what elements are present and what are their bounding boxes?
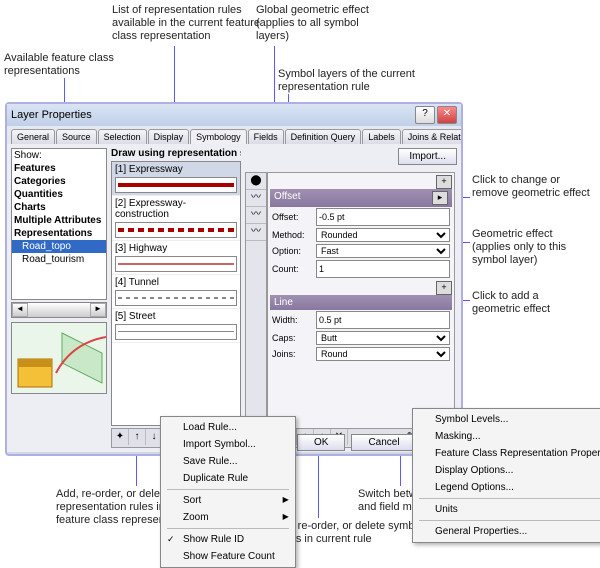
- add-top-icon[interactable]: +: [436, 175, 452, 189]
- add-effect-icon[interactable]: +: [436, 281, 452, 295]
- global-effect-icon[interactable]: ⬤: [246, 173, 266, 190]
- scroll-right-icon[interactable]: ►: [90, 303, 106, 317]
- layer-preview: [11, 322, 107, 394]
- offset-expand-icon[interactable]: ▸: [432, 191, 448, 205]
- layer-properties-dialog: Layer Properties ? ✕ General Source Sele…: [5, 102, 463, 456]
- caps-select[interactable]: Butt: [316, 331, 450, 345]
- help-button[interactable]: ?: [415, 106, 435, 124]
- scroll-h[interactable]: ◄ ►: [11, 302, 107, 318]
- menu-save-rule[interactable]: Save Rule...: [163, 453, 293, 470]
- option-select[interactable]: Fast: [316, 244, 450, 258]
- menu-import-symbol[interactable]: Import Symbol...: [163, 436, 293, 453]
- tab-strip: General Source Selection Display Symbolo…: [7, 126, 461, 144]
- annot-add-effect: Click to add a geometric effect: [472, 290, 582, 316]
- rule-highway[interactable]: [3] Highway: [112, 241, 240, 275]
- tab-labels[interactable]: Labels: [362, 129, 401, 144]
- offset-header[interactable]: Offset ▸: [270, 189, 452, 207]
- rule-label: [1] Expressway: [115, 164, 237, 175]
- tab-general[interactable]: General: [11, 129, 55, 144]
- menu-duplicate-rule[interactable]: Duplicate Rule: [163, 470, 293, 487]
- tab-symbology[interactable]: Symbology: [190, 129, 247, 144]
- offset-title: Offset: [274, 191, 301, 205]
- annot-symlayer-crud: Add, re-order, or delete symbol layers i…: [272, 520, 432, 546]
- annot-change-effect: Click to change or remove geometric effe…: [472, 174, 592, 200]
- menu-masking[interactable]: Masking...: [415, 428, 600, 445]
- scroll-left-icon[interactable]: ◄: [12, 303, 28, 317]
- symbol-layer-column: ⬤ 〰 〰 〰: [245, 172, 267, 430]
- width-input[interactable]: [316, 311, 450, 329]
- rule-tunnel[interactable]: [4] Tunnel: [112, 275, 240, 309]
- menu-legend-options[interactable]: Legend Options...: [415, 479, 600, 496]
- dialog-title: Layer Properties: [11, 109, 92, 121]
- close-button[interactable]: ✕: [437, 106, 457, 124]
- layer2-icon[interactable]: 〰: [246, 207, 266, 224]
- move-up-icon[interactable]: ↑: [129, 429, 146, 445]
- tab-fields[interactable]: Fields: [248, 129, 284, 144]
- annot-available-reps: Available feature class representations: [4, 52, 144, 78]
- ok-button[interactable]: OK: [297, 434, 345, 451]
- menu-zoom[interactable]: Zoom: [163, 509, 293, 526]
- show-charts[interactable]: Charts: [12, 201, 106, 214]
- titlebar: Layer Properties ? ✕: [7, 104, 461, 126]
- rule-label: [2] Expressway-construction: [115, 198, 237, 220]
- menu-general-props[interactable]: General Properties...: [415, 523, 600, 540]
- show-multipleattrs[interactable]: Multiple Attributes: [12, 214, 106, 227]
- cancel-button[interactable]: Cancel: [351, 434, 416, 451]
- rep-road-topo[interactable]: Road_topo: [12, 240, 106, 253]
- rep-road-tourism[interactable]: Road_tourism: [12, 253, 106, 266]
- tab-source[interactable]: Source: [56, 129, 97, 144]
- rule-list[interactable]: [1] Expressway [2] Expressway-constructi…: [111, 161, 241, 426]
- menu-load-rule[interactable]: Load Rule...: [163, 419, 293, 436]
- line-title: Line: [274, 297, 293, 308]
- annot-symbol-layers: Symbol layers of the current representat…: [278, 68, 438, 94]
- import-button[interactable]: Import...: [398, 148, 457, 165]
- show-quantities[interactable]: Quantities: [12, 188, 106, 201]
- rule-label: [3] Highway: [115, 243, 237, 254]
- annot-rule-list: List of representation rules available i…: [112, 4, 262, 44]
- tab-display[interactable]: Display: [148, 129, 190, 144]
- tab-selection[interactable]: Selection: [98, 129, 147, 144]
- tab-defquery[interactable]: Definition Query: [285, 129, 362, 144]
- rule-context-menu: Load Rule... Import Symbol... Save Rule.…: [160, 416, 296, 568]
- show-features[interactable]: Features: [12, 162, 106, 175]
- menu-symbol-levels[interactable]: Symbol Levels...: [415, 411, 600, 428]
- properties-area: + Offset ▸ Offset: Method:Rounded Option…: [267, 172, 455, 430]
- layer3-icon[interactable]: 〰: [246, 224, 266, 241]
- annot-geo-effect: Geometric effect (applies only to this s…: [472, 228, 592, 268]
- menu-units[interactable]: Units: [415, 501, 600, 518]
- method-select[interactable]: Rounded: [316, 228, 450, 242]
- layer1-icon[interactable]: 〰: [246, 190, 266, 207]
- annot-global-effect: Global geometric effect (applies to all …: [256, 4, 386, 44]
- joins-select[interactable]: Round: [316, 347, 450, 361]
- rule-label: [4] Tunnel: [115, 277, 237, 288]
- show-header: Show:: [12, 149, 106, 162]
- rule-street[interactable]: [5] Street: [112, 309, 240, 343]
- menu-display-options[interactable]: Display Options...: [415, 462, 600, 479]
- layer-context-menu: Symbol Levels... Masking... Feature Clas…: [412, 408, 600, 543]
- rule-label: [5] Street: [115, 311, 237, 322]
- menu-sort[interactable]: Sort: [163, 492, 293, 509]
- show-list[interactable]: Show: Features Categories Quantities Cha…: [11, 148, 107, 300]
- menu-show-rule-id[interactable]: Show Rule ID: [163, 531, 293, 548]
- rule-expressway[interactable]: [1] Expressway: [112, 162, 240, 196]
- show-categories[interactable]: Categories: [12, 175, 106, 188]
- tab-joins[interactable]: Joins & Relates: [402, 129, 461, 144]
- count-input[interactable]: [316, 260, 450, 278]
- menu-show-feature-count[interactable]: Show Feature Count: [163, 548, 293, 565]
- description: Draw using representation stored in the …: [111, 148, 241, 159]
- add-rule-icon[interactable]: ✦: [112, 429, 129, 445]
- menu-fcrep-props[interactable]: Feature Class Representation Properties.…: [415, 445, 600, 462]
- rule-expressway-construction[interactable]: [2] Expressway-construction: [112, 196, 240, 241]
- show-representations[interactable]: Representations: [12, 227, 106, 240]
- line-header[interactable]: Line: [270, 295, 452, 310]
- offset-input[interactable]: [316, 208, 450, 226]
